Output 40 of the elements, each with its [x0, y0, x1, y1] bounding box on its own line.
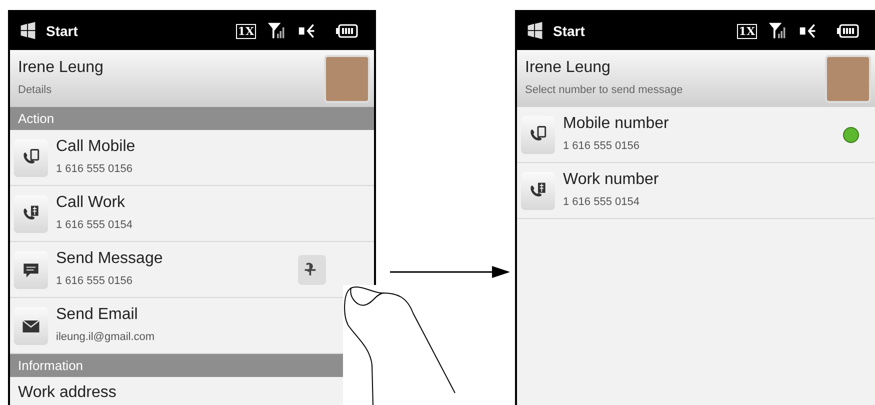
item-title: Call Work: [56, 193, 126, 214]
item-title: Work number: [563, 170, 660, 190]
speaker-icon: [298, 22, 316, 40]
item-title: Send Email: [56, 305, 139, 326]
contact-name: Irene Leung: [525, 58, 612, 78]
item-detail: ileung.il@gmail.com: [56, 330, 156, 346]
item-title: Call Mobile: [56, 137, 136, 158]
photo-placeholder: [825, 54, 871, 102]
contact-subtitle: Select number to send message: [525, 83, 684, 98]
add-recipient-button[interactable]: [298, 254, 326, 284]
phone-building-icon[interactable]: [521, 172, 555, 210]
envelope-icon[interactable]: [14, 306, 48, 344]
contact-subtitle: Details: [18, 83, 53, 98]
start-label[interactable]: Start: [46, 20, 228, 42]
start-label[interactable]: Start: [553, 20, 729, 42]
item-title: Mobile number: [563, 114, 670, 134]
phone-mobile-icon[interactable]: [14, 138, 48, 176]
battery-icon: [336, 24, 358, 38]
item-title: Send Message: [56, 249, 164, 270]
list-item: Work address: [17, 383, 118, 403]
network-indicator: 1X: [736, 24, 757, 38]
phone-building-icon[interactable]: [14, 194, 48, 232]
item-detail: 1 616 555 0154: [563, 195, 640, 210]
windows-logo-icon[interactable]: [18, 22, 38, 40]
photo-placeholder: [324, 54, 370, 102]
windows-logo-icon[interactable]: [525, 22, 545, 40]
battery-icon: [837, 24, 859, 38]
message-icon[interactable]: [14, 250, 48, 288]
item-detail: 1 616 555 0154: [56, 218, 134, 234]
item-detail: 1 616 555 0156: [56, 162, 134, 178]
phone-mobile-icon[interactable]: [521, 116, 555, 154]
arrow-icon: [390, 266, 510, 278]
network-indicator: 1X: [236, 24, 256, 38]
section-header: Action: [10, 107, 374, 130]
speaker-icon: [799, 22, 817, 40]
item-detail: 1 616 555 0156: [563, 139, 640, 154]
contact-name: Irene Leung: [18, 58, 104, 78]
signal-icon: [769, 22, 787, 40]
signal-icon: [268, 22, 286, 40]
item-detail: 1 616 555 0156: [56, 274, 134, 290]
